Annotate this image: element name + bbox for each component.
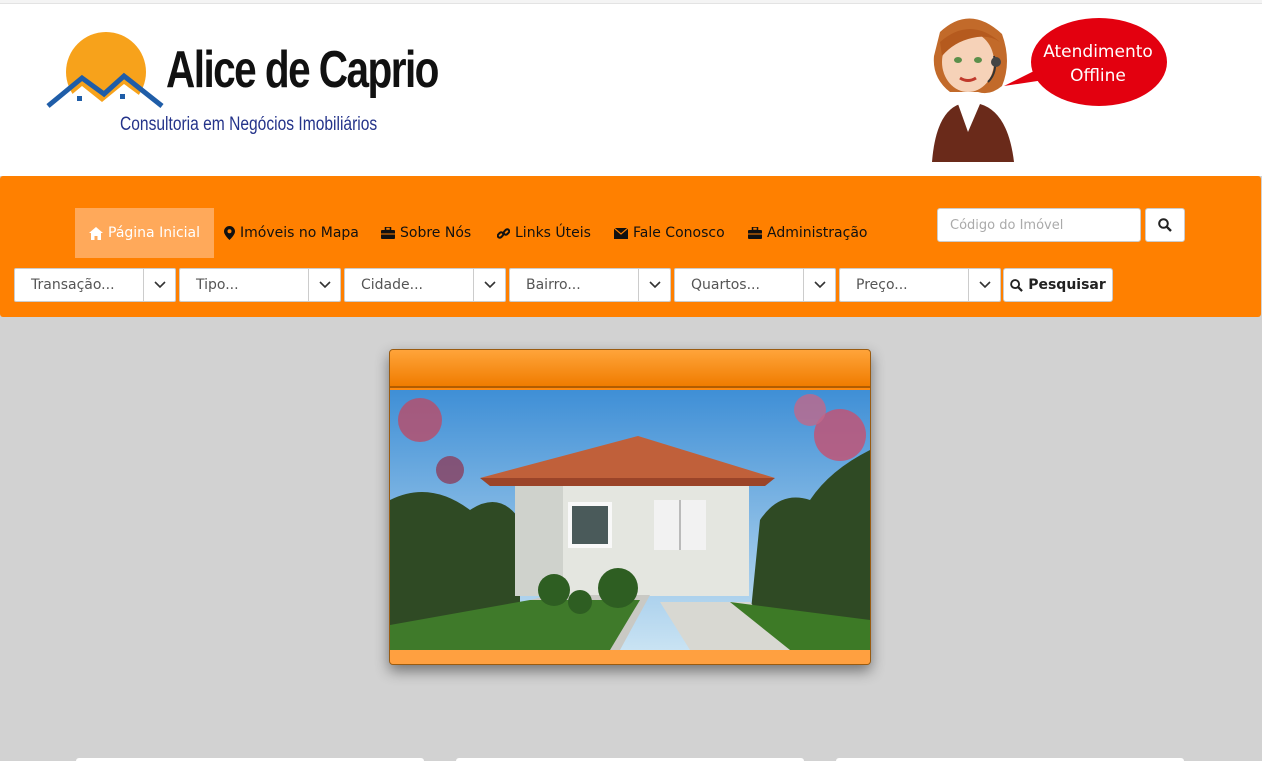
filter-type-label: Tipo...	[196, 277, 239, 293]
logo-house-icon	[44, 32, 174, 120]
filter-type-select[interactable]: Tipo...	[179, 268, 341, 302]
filter-price-select[interactable]: Preço...	[839, 268, 1001, 302]
filter-bedrooms-select[interactable]: Quartos...	[674, 268, 836, 302]
filter-transaction-label: Transação...	[31, 277, 115, 293]
property-photo[interactable]	[390, 390, 870, 650]
chevron-down-icon	[473, 269, 505, 301]
nav-label-map: Imóveis no Mapa	[240, 225, 359, 241]
main-navbar: Página Inicial Imóveis no Mapa Sobre Nós…	[0, 176, 1261, 317]
nav-item-links[interactable]: Links Úteis	[497, 208, 591, 258]
chevron-down-icon	[638, 269, 670, 301]
nav-label-home: Página Inicial	[108, 225, 201, 241]
briefcase-icon	[381, 227, 395, 239]
nav-item-about[interactable]: Sobre Nós	[381, 208, 471, 258]
nav-item-map[interactable]: Imóveis no Mapa	[224, 208, 359, 258]
nav-item-home[interactable]: Página Inicial	[75, 208, 215, 258]
search-button-label: Pesquisar	[1028, 277, 1106, 293]
site-header: Alice de Caprio Consultoria em Negócios …	[0, 4, 1262, 176]
filter-bedrooms-label: Quartos...	[691, 277, 760, 293]
filter-neighborhood-select[interactable]: Bairro...	[509, 268, 671, 302]
search-icon	[1010, 278, 1024, 292]
link-icon	[497, 227, 510, 239]
home-icon	[89, 226, 103, 240]
nav-label-admin: Administração	[767, 225, 868, 241]
search-icon	[1158, 218, 1172, 232]
chat-status-line1: Atendimento	[1043, 42, 1153, 62]
featured-property-slider[interactable]	[389, 349, 871, 665]
filter-price-label: Preço...	[856, 277, 908, 293]
briefcase-icon	[748, 227, 762, 239]
slider-footer	[390, 650, 870, 664]
filter-city-select[interactable]: Cidade...	[344, 268, 506, 302]
map-marker-icon	[224, 226, 235, 240]
nav-label-links: Links Úteis	[515, 225, 591, 241]
nav-label-about: Sobre Nós	[400, 225, 472, 241]
site-logo[interactable]: Alice de Caprio Consultoria em Negócios …	[44, 30, 439, 150]
code-search-button[interactable]	[1145, 208, 1185, 242]
chat-status[interactable]: Atendimento Offline	[1030, 40, 1166, 88]
nav-label-contact: Fale Conosco	[633, 225, 725, 241]
envelope-icon	[614, 227, 628, 239]
chevron-down-icon	[803, 269, 835, 301]
brand-tagline: Consultoria em Negócios Imobiliários	[120, 114, 378, 135]
nav-item-admin[interactable]: Administração	[748, 208, 867, 258]
brand-name: Alice de Caprio	[166, 41, 439, 99]
chevron-down-icon	[143, 269, 175, 301]
nav-item-contact[interactable]: Fale Conosco	[614, 208, 725, 258]
chevron-down-icon	[308, 269, 340, 301]
search-button[interactable]: Pesquisar	[1003, 268, 1113, 302]
property-code-input[interactable]	[937, 208, 1141, 242]
filter-neighborhood-label: Bairro...	[526, 277, 581, 293]
filter-city-label: Cidade...	[361, 277, 423, 293]
chat-status-line2: Offline	[1070, 66, 1126, 86]
chevron-down-icon	[968, 269, 1000, 301]
slider-header	[390, 350, 870, 388]
filter-transaction-select[interactable]: Transação...	[14, 268, 176, 302]
